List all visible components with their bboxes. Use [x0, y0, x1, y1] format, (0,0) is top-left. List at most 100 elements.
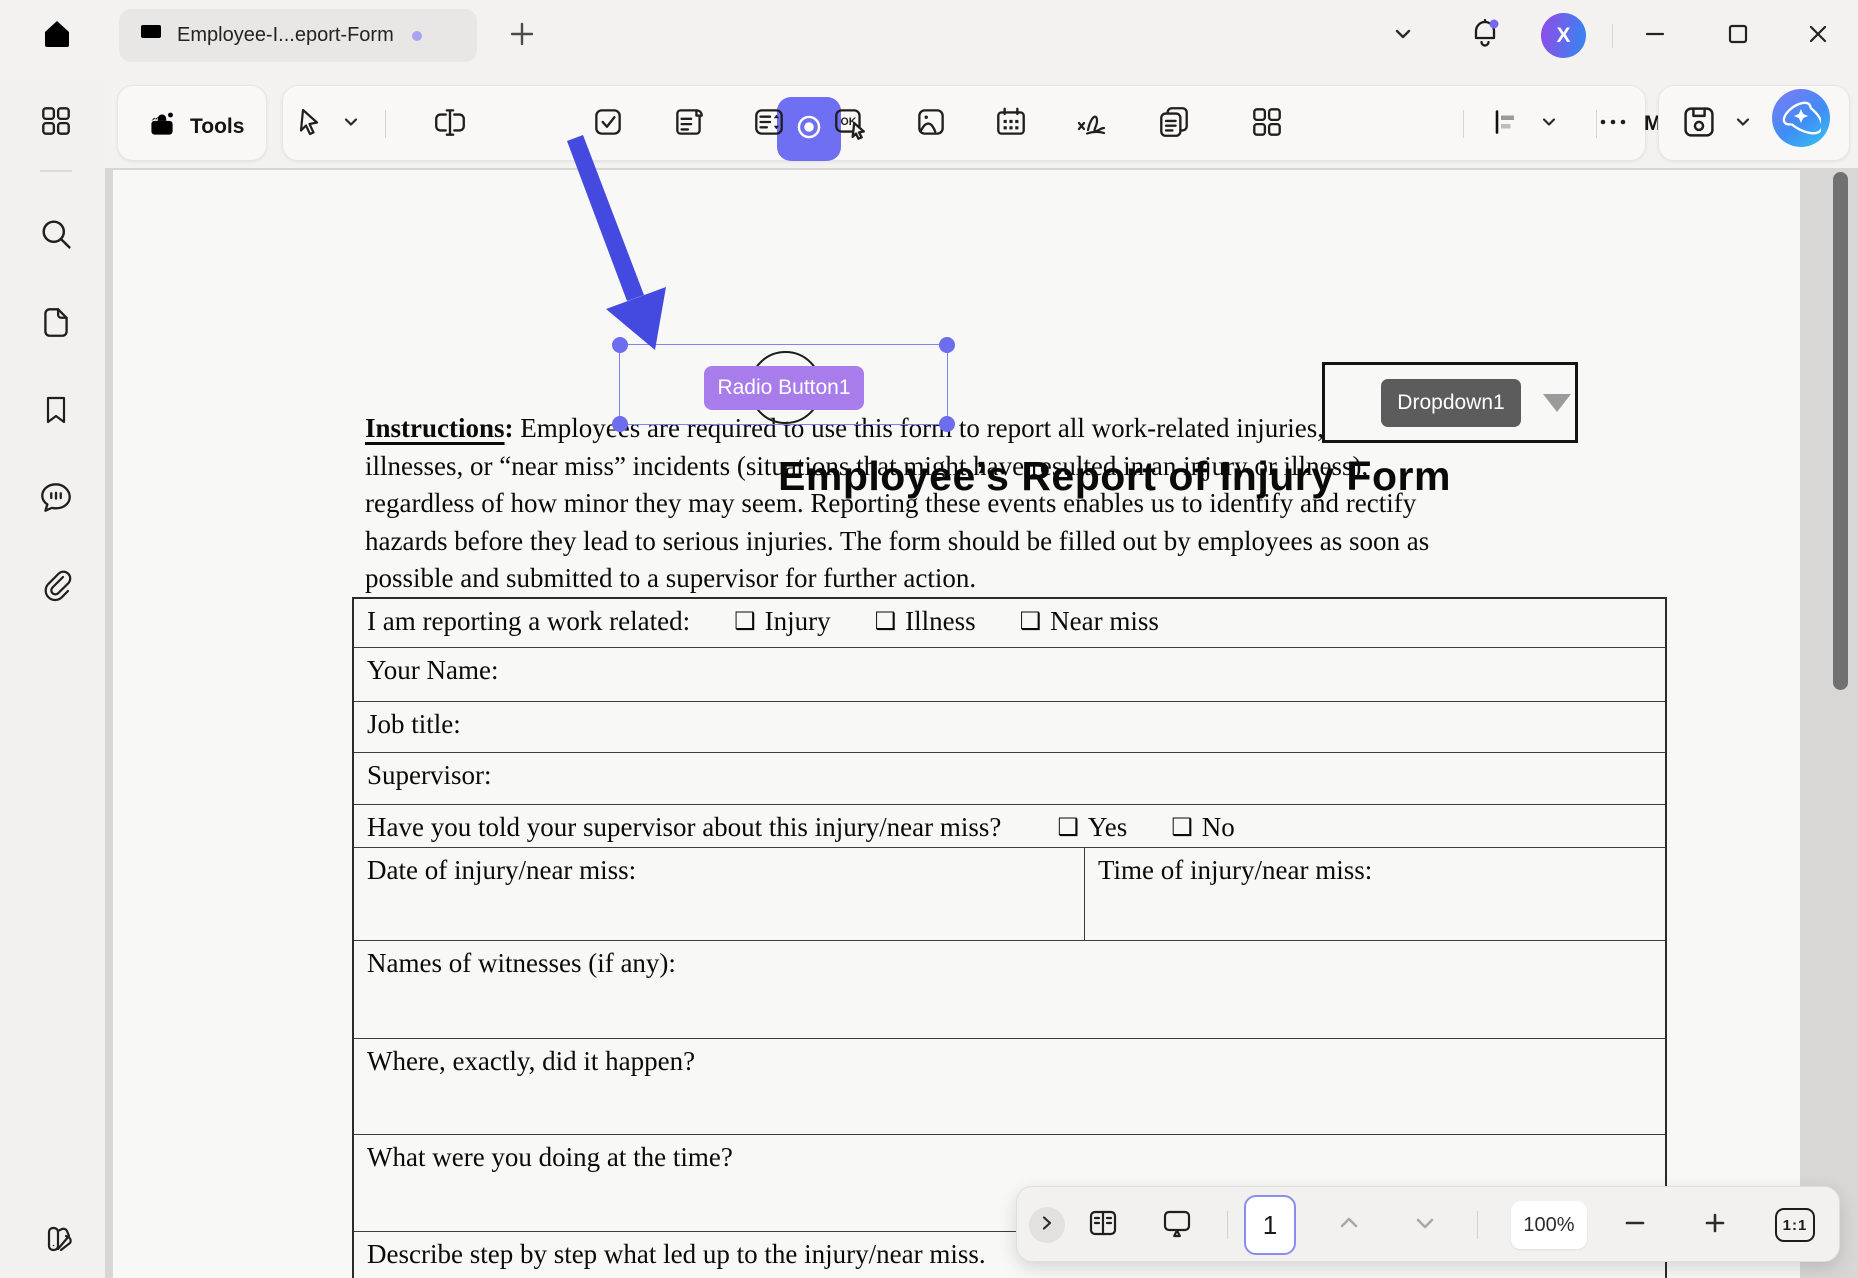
- selection-handle-ne[interactable]: [939, 337, 955, 353]
- checkbox-label: Injury: [765, 606, 831, 637]
- selection-handle-se[interactable]: [939, 416, 955, 432]
- pdf-editor-window: Employee-I...eport-Form X: [0, 0, 1858, 1278]
- chevron-down-icon: [1540, 113, 1558, 136]
- save-dropdown[interactable]: [1727, 102, 1759, 146]
- checkbox-option: ❑Yes: [1057, 812, 1127, 843]
- zoom-level-button[interactable]: 100%: [1511, 1201, 1587, 1249]
- actual-size-button[interactable]: 1:1: [1775, 1208, 1815, 1242]
- scrollbar-thumb[interactable]: [1833, 172, 1848, 690]
- cursor-icon: [292, 105, 326, 144]
- chevron-down-icon: [1734, 113, 1752, 136]
- alignment-dropdown[interactable]: [1533, 102, 1565, 146]
- divider: [1477, 1211, 1478, 1239]
- checkbox-tool[interactable]: [586, 102, 630, 146]
- row-label: Have you told your supervisor about this…: [367, 812, 1001, 843]
- tools-button[interactable]: Tools: [132, 98, 256, 155]
- maximize-button[interactable]: [1715, 13, 1761, 59]
- sidebar-item-apps[interactable]: [34, 101, 78, 145]
- instructions-paragraph: Instructions: Employees are required to …: [365, 410, 1429, 598]
- avatar[interactable]: X: [1541, 13, 1586, 58]
- presentation-view-button[interactable]: [1157, 1205, 1197, 1245]
- tools-label: Tools: [190, 115, 244, 139]
- ai-sparkle-icon: [1781, 96, 1821, 141]
- checkbox-label: Yes: [1088, 812, 1127, 843]
- more-fields-grid-tool[interactable]: [1245, 102, 1289, 146]
- new-tab-button[interactable]: [502, 16, 542, 56]
- zoom-out-button[interactable]: [1615, 1205, 1655, 1245]
- text-field-tool[interactable]: [428, 102, 472, 146]
- push-button-tool[interactable]: OK: [828, 102, 872, 146]
- checkbox-glyph: ❑: [1020, 607, 1042, 635]
- sidebar-item-attachments[interactable]: [34, 565, 78, 609]
- split-cell: Time of injury/near miss:: [1084, 848, 1665, 940]
- checkbox-label: Illness: [905, 606, 976, 637]
- chevron-down-icon: [342, 113, 360, 136]
- selection-box[interactable]: [619, 344, 948, 425]
- reading-view-icon: [1086, 1206, 1120, 1245]
- signature-icon: [1073, 103, 1111, 146]
- tab-list-button[interactable]: [1380, 13, 1426, 59]
- select-tool-button[interactable]: [287, 102, 331, 146]
- dropdown-widget-text: Dropdown1: [1397, 391, 1504, 415]
- ok-button-icon: OK: [832, 104, 868, 145]
- zoom-in-button[interactable]: [1695, 1205, 1735, 1245]
- swatches-icon: [37, 1221, 75, 1264]
- table-row: Job title:: [354, 701, 1665, 752]
- table-row: Where, exactly, did it happen?: [354, 1038, 1665, 1134]
- save-button[interactable]: [1677, 102, 1721, 146]
- checkbox-glyph: ❑: [734, 607, 756, 635]
- expand-toolbar-button[interactable]: [1029, 1207, 1065, 1243]
- document-viewport: Employee’s Report of Injury Form Instruc…: [105, 168, 1858, 1278]
- list-box-tool[interactable]: [667, 102, 711, 146]
- instructions-line: illnesses, or “near miss” incidents (sit…: [365, 448, 1429, 486]
- minimize-button[interactable]: [1632, 13, 1678, 59]
- image-field-tool[interactable]: [909, 102, 953, 146]
- reading-view-button[interactable]: [1083, 1205, 1123, 1245]
- sidebar-item-bookmarks[interactable]: [34, 390, 78, 434]
- copy-fields-tool[interactable]: [1152, 102, 1196, 146]
- ai-assistant-button[interactable]: [1772, 89, 1830, 147]
- row-label: What were you doing at the time?: [367, 1142, 733, 1173]
- dropdown-widget[interactable]: Dropdown1: [1322, 362, 1578, 443]
- form-toolbar: Tools: [0, 80, 1858, 168]
- table-row: Names of witnesses (if any):: [354, 940, 1665, 1038]
- next-page-button[interactable]: [1405, 1205, 1445, 1245]
- selection-handle-nw[interactable]: [612, 337, 628, 353]
- page-number-input[interactable]: 1: [1244, 1195, 1296, 1255]
- checkbox-glyph: ❑: [875, 607, 897, 635]
- previous-page-button[interactable]: [1329, 1205, 1369, 1245]
- instructions-line: regardless of how minor they may seem. R…: [365, 485, 1429, 523]
- home-button[interactable]: [34, 13, 80, 59]
- selection-handle-sw[interactable]: [612, 416, 628, 432]
- monitor-icon: [137, 19, 165, 52]
- signature-field-tool[interactable]: [1070, 102, 1114, 146]
- checkbox-option: ❑ Injury: [734, 606, 831, 637]
- notifications-button[interactable]: [1462, 13, 1508, 59]
- text-field-icon: [432, 104, 468, 145]
- chevron-down-icon: [1391, 22, 1415, 51]
- sidebar-item-pages[interactable]: [34, 302, 78, 346]
- vertical-scrollbar[interactable]: [1826, 168, 1858, 1278]
- checkbox-option: ❑ Illness: [875, 606, 976, 637]
- date-field-tool[interactable]: [989, 102, 1033, 146]
- sidebar-item-search[interactable]: [34, 214, 78, 258]
- divider: [1596, 110, 1597, 138]
- combo-box-tool[interactable]: [747, 102, 791, 146]
- row-label: I am reporting a work related:: [367, 606, 690, 637]
- align-left-icon: [1490, 105, 1524, 144]
- row-label: Time of injury/near miss:: [1098, 855, 1372, 885]
- document-tab[interactable]: Employee-I...eport-Form: [119, 9, 477, 62]
- sidebar-item-swatches[interactable]: [34, 1220, 78, 1264]
- select-tool-dropdown[interactable]: [335, 102, 367, 146]
- sidebar-item-comments[interactable]: [34, 477, 78, 521]
- page-navigation-bar: 1 100% 1:1: [1016, 1186, 1840, 1262]
- alignment-tool[interactable]: [1485, 102, 1529, 146]
- table-row: Your Name:: [354, 647, 1665, 701]
- page-icon: [38, 304, 74, 345]
- page-number: 1: [1263, 1210, 1277, 1241]
- bookmark-icon: [39, 393, 73, 432]
- close-button[interactable]: [1795, 13, 1841, 59]
- dropdown-arrow-icon: [1543, 394, 1571, 412]
- chevron-down-icon: [1413, 1211, 1437, 1240]
- checkbox-glyph: ❑: [1171, 813, 1193, 841]
